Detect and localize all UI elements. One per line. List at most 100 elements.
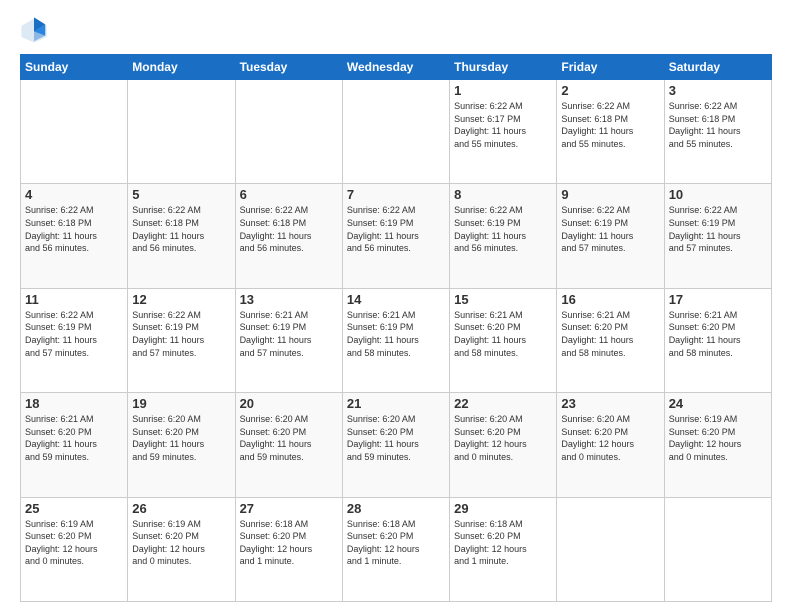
calendar-header-friday: Friday bbox=[557, 55, 664, 80]
calendar-cell bbox=[664, 497, 771, 601]
day-number: 1 bbox=[454, 83, 552, 98]
day-number: 18 bbox=[25, 396, 123, 411]
day-info: Sunrise: 6:22 AMSunset: 6:19 PMDaylight:… bbox=[561, 204, 659, 254]
day-info: Sunrise: 6:18 AMSunset: 6:20 PMDaylight:… bbox=[347, 518, 445, 568]
day-number: 3 bbox=[669, 83, 767, 98]
day-number: 4 bbox=[25, 187, 123, 202]
calendar-cell bbox=[21, 80, 128, 184]
day-info: Sunrise: 6:22 AMSunset: 6:19 PMDaylight:… bbox=[454, 204, 552, 254]
calendar-week-row: 1 Sunrise: 6:22 AMSunset: 6:17 PMDaylight… bbox=[21, 80, 772, 184]
calendar-cell: 28 Sunrise: 6:18 AMSunset: 6:20 PMDayligh… bbox=[342, 497, 449, 601]
calendar-cell: 9 Sunrise: 6:22 AMSunset: 6:19 PMDaylight… bbox=[557, 184, 664, 288]
day-info: Sunrise: 6:22 AMSunset: 6:17 PMDaylight:… bbox=[454, 100, 552, 150]
day-info: Sunrise: 6:20 AMSunset: 6:20 PMDaylight:… bbox=[454, 413, 552, 463]
day-number: 19 bbox=[132, 396, 230, 411]
calendar-week-row: 25Sunrise: 6:19 AMSunset: 6:20 PMDayligh… bbox=[21, 497, 772, 601]
calendar-header-tuesday: Tuesday bbox=[235, 55, 342, 80]
day-number: 9 bbox=[561, 187, 659, 202]
day-number: 22 bbox=[454, 396, 552, 411]
day-info: Sunrise: 6:20 AMSunset: 6:20 PMDaylight:… bbox=[347, 413, 445, 463]
calendar-cell: 7 Sunrise: 6:22 AMSunset: 6:19 PMDaylight… bbox=[342, 184, 449, 288]
calendar-cell: 26 Sunrise: 6:19 AMSunset: 6:20 PMDayligh… bbox=[128, 497, 235, 601]
day-info: Sunrise: 6:21 AMSunset: 6:20 PMDaylight:… bbox=[669, 309, 767, 359]
day-number: 20 bbox=[240, 396, 338, 411]
day-number: 27 bbox=[240, 501, 338, 516]
calendar-cell: 6 Sunrise: 6:22 AMSunset: 6:18 PMDaylight… bbox=[235, 184, 342, 288]
day-info: Sunrise: 6:21 AMSunset: 6:20 PMDaylight:… bbox=[454, 309, 552, 359]
calendar-header-thursday: Thursday bbox=[450, 55, 557, 80]
calendar-cell: 23 Sunrise: 6:20 AMSunset: 6:20 PMDayligh… bbox=[557, 393, 664, 497]
day-number: 8 bbox=[454, 187, 552, 202]
day-info: Sunrise: 6:21 AMSunset: 6:20 PMDaylight:… bbox=[25, 413, 123, 463]
day-number: 6 bbox=[240, 187, 338, 202]
day-number: 24 bbox=[669, 396, 767, 411]
calendar-cell: 5 Sunrise: 6:22 AMSunset: 6:18 PMDaylight… bbox=[128, 184, 235, 288]
calendar-cell: 16 Sunrise: 6:21 AMSunset: 6:20 PMDayligh… bbox=[557, 288, 664, 392]
day-info: Sunrise: 6:19 AMSunset: 6:20 PMDaylight:… bbox=[669, 413, 767, 463]
calendar-week-row: 4 Sunrise: 6:22 AMSunset: 6:18 PMDaylight… bbox=[21, 184, 772, 288]
day-info: Sunrise: 6:19 AMSunset: 6:20 PMDaylight:… bbox=[132, 518, 230, 568]
day-number: 23 bbox=[561, 396, 659, 411]
day-info: Sunrise: 6:22 AMSunset: 6:19 PMDaylight:… bbox=[132, 309, 230, 359]
day-number: 26 bbox=[132, 501, 230, 516]
day-info: Sunrise: 6:22 AMSunset: 6:18 PMDaylight:… bbox=[132, 204, 230, 254]
calendar-header-saturday: Saturday bbox=[664, 55, 771, 80]
day-info: Sunrise: 6:22 AMSunset: 6:18 PMDaylight:… bbox=[25, 204, 123, 254]
calendar-cell: 18 Sunrise: 6:21 AMSunset: 6:20 PMDayligh… bbox=[21, 393, 128, 497]
calendar-header-sunday: Sunday bbox=[21, 55, 128, 80]
day-number: 16 bbox=[561, 292, 659, 307]
page: SundayMondayTuesdayWednesdayThursdayFrid… bbox=[0, 0, 792, 612]
day-number: 10 bbox=[669, 187, 767, 202]
day-number: 14 bbox=[347, 292, 445, 307]
day-info: Sunrise: 6:19 AMSunset: 6:20 PMDaylight:… bbox=[25, 518, 123, 568]
day-number: 11 bbox=[25, 292, 123, 307]
day-number: 15 bbox=[454, 292, 552, 307]
calendar-cell: 19 Sunrise: 6:20 AMSunset: 6:20 PMDayligh… bbox=[128, 393, 235, 497]
day-number: 13 bbox=[240, 292, 338, 307]
calendar-cell: 3 Sunrise: 6:22 AMSunset: 6:18 PMDaylight… bbox=[664, 80, 771, 184]
day-info: Sunrise: 6:21 AMSunset: 6:19 PMDaylight:… bbox=[347, 309, 445, 359]
calendar-week-row: 18 Sunrise: 6:21 AMSunset: 6:20 PMDayligh… bbox=[21, 393, 772, 497]
day-number: 5 bbox=[132, 187, 230, 202]
calendar-cell: 2Sunrise: 6:22 AMSunset: 6:18 PMDaylight… bbox=[557, 80, 664, 184]
day-info: Sunrise: 6:18 AMSunset: 6:20 PMDaylight:… bbox=[454, 518, 552, 568]
calendar-cell bbox=[128, 80, 235, 184]
calendar-week-row: 11 Sunrise: 6:22 AMSunset: 6:19 PMDayligh… bbox=[21, 288, 772, 392]
day-info: Sunrise: 6:22 AMSunset: 6:18 PMDaylight:… bbox=[561, 100, 659, 150]
header bbox=[20, 16, 772, 44]
calendar-cell: 25Sunrise: 6:19 AMSunset: 6:20 PMDayligh… bbox=[21, 497, 128, 601]
calendar-cell: 21Sunrise: 6:20 AMSunset: 6:20 PMDayligh… bbox=[342, 393, 449, 497]
day-info: Sunrise: 6:22 AMSunset: 6:18 PMDaylight:… bbox=[669, 100, 767, 150]
calendar-cell bbox=[342, 80, 449, 184]
day-number: 29 bbox=[454, 501, 552, 516]
day-info: Sunrise: 6:21 AMSunset: 6:20 PMDaylight:… bbox=[561, 309, 659, 359]
calendar-cell: 8 Sunrise: 6:22 AMSunset: 6:19 PMDaylight… bbox=[450, 184, 557, 288]
calendar-cell bbox=[557, 497, 664, 601]
day-info: Sunrise: 6:22 AMSunset: 6:19 PMDaylight:… bbox=[25, 309, 123, 359]
day-number: 17 bbox=[669, 292, 767, 307]
day-number: 12 bbox=[132, 292, 230, 307]
calendar-cell: 29 Sunrise: 6:18 AMSunset: 6:20 PMDayligh… bbox=[450, 497, 557, 601]
calendar-cell: 17 Sunrise: 6:21 AMSunset: 6:20 PMDayligh… bbox=[664, 288, 771, 392]
calendar-cell: 1 Sunrise: 6:22 AMSunset: 6:17 PMDaylight… bbox=[450, 80, 557, 184]
day-info: Sunrise: 6:20 AMSunset: 6:20 PMDaylight:… bbox=[132, 413, 230, 463]
day-info: Sunrise: 6:21 AMSunset: 6:19 PMDaylight:… bbox=[240, 309, 338, 359]
calendar-cell: 4 Sunrise: 6:22 AMSunset: 6:18 PMDaylight… bbox=[21, 184, 128, 288]
calendar-cell: 15 Sunrise: 6:21 AMSunset: 6:20 PMDayligh… bbox=[450, 288, 557, 392]
day-info: Sunrise: 6:22 AMSunset: 6:18 PMDaylight:… bbox=[240, 204, 338, 254]
day-info: Sunrise: 6:22 AMSunset: 6:19 PMDaylight:… bbox=[347, 204, 445, 254]
calendar-cell: 14 Sunrise: 6:21 AMSunset: 6:19 PMDayligh… bbox=[342, 288, 449, 392]
calendar-cell: 20 Sunrise: 6:20 AMSunset: 6:20 PMDayligh… bbox=[235, 393, 342, 497]
day-info: Sunrise: 6:22 AMSunset: 6:19 PMDaylight:… bbox=[669, 204, 767, 254]
logo bbox=[20, 16, 52, 44]
day-info: Sunrise: 6:20 AMSunset: 6:20 PMDaylight:… bbox=[240, 413, 338, 463]
day-number: 7 bbox=[347, 187, 445, 202]
calendar-table: SundayMondayTuesdayWednesdayThursdayFrid… bbox=[20, 54, 772, 602]
calendar-cell: 11 Sunrise: 6:22 AMSunset: 6:19 PMDayligh… bbox=[21, 288, 128, 392]
day-number: 28 bbox=[347, 501, 445, 516]
calendar-cell: 12 Sunrise: 6:22 AMSunset: 6:19 PMDayligh… bbox=[128, 288, 235, 392]
calendar-cell: 24 Sunrise: 6:19 AMSunset: 6:20 PMDayligh… bbox=[664, 393, 771, 497]
day-info: Sunrise: 6:20 AMSunset: 6:20 PMDaylight:… bbox=[561, 413, 659, 463]
calendar-header-wednesday: Wednesday bbox=[342, 55, 449, 80]
calendar-cell: 13 Sunrise: 6:21 AMSunset: 6:19 PMDayligh… bbox=[235, 288, 342, 392]
